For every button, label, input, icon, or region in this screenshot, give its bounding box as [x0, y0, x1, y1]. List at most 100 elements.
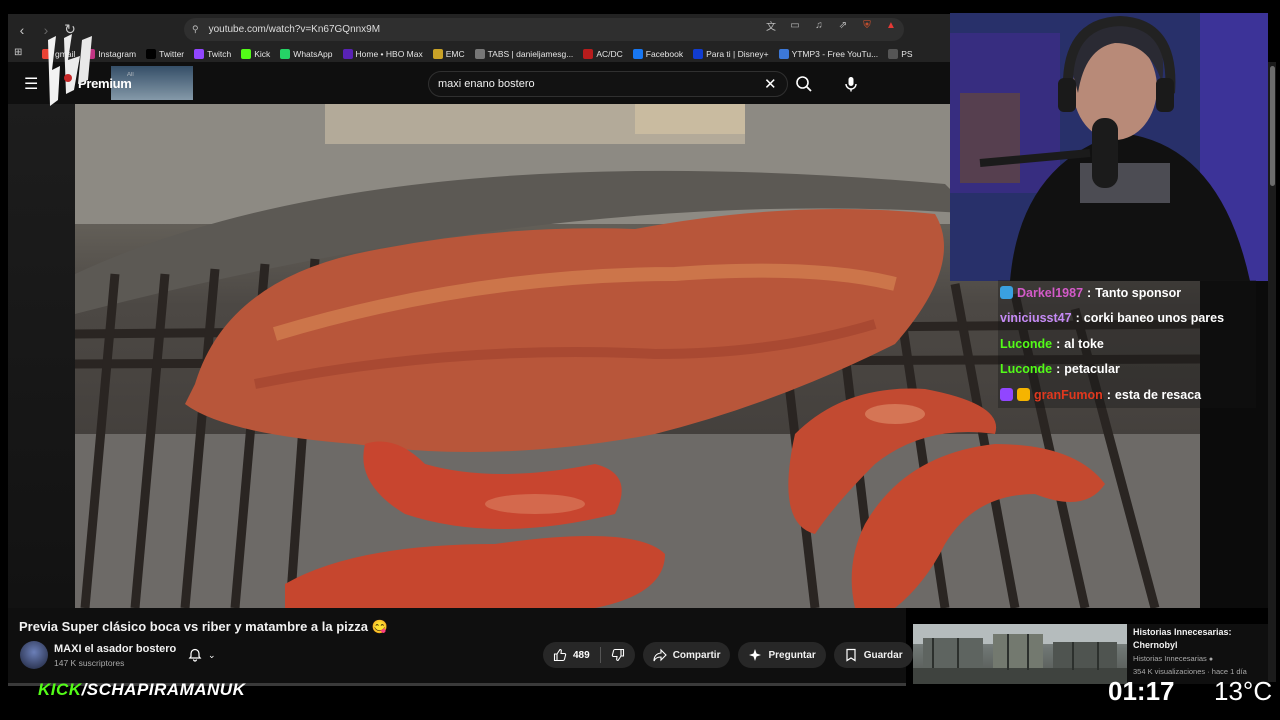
- clear-search-icon[interactable]: ✕: [764, 75, 777, 93]
- bookmark-favicon-icon: [342, 48, 353, 59]
- bookmark-favicon-icon: [194, 48, 205, 59]
- chat-text: corki baneo unos pares: [1083, 311, 1225, 326]
- streamer-webcam: [950, 13, 1268, 281]
- bookmarks-bar: ⊞ gmailInstagramTwitterTwitchKickWhatsAp…: [8, 45, 950, 62]
- search-input[interactable]: maxi enano bostero: [438, 78, 535, 90]
- bookmark-item[interactable]: Kick: [241, 48, 271, 59]
- hamburger-menu-icon[interactable]: ☰: [24, 74, 38, 94]
- chat-message: viniciusst47: corki baneo unos pares: [998, 305, 1256, 331]
- youtube-header: ☰ All Premium maxi enano bostero ✕: [8, 62, 950, 104]
- thumbs-up-icon: [553, 648, 567, 662]
- ask-button[interactable]: Preguntar: [738, 642, 826, 668]
- microphone-icon[interactable]: [842, 75, 860, 93]
- page-scrollbar-thumb[interactable]: [1270, 66, 1275, 186]
- chat-separator: :: [1056, 336, 1061, 351]
- subscribed-notifications-button[interactable]: ⌄: [182, 644, 232, 666]
- kick-username: /SCHAPIRAMANUK: [81, 680, 246, 699]
- stream-clock: 01:17: [1108, 676, 1175, 706]
- url-text: youtube.com/watch?v=Kn67GQnnx9M: [208, 24, 381, 35]
- recommended-channel-name: Historias Innecesarias: [1133, 654, 1207, 663]
- chat-text: Tanto sponsor: [1095, 285, 1182, 300]
- bookmark-label: WhatsApp: [293, 48, 333, 59]
- site-info-icon[interactable]: ⚲: [192, 24, 199, 35]
- search-icon[interactable]: [795, 75, 813, 93]
- bookmark-item[interactable]: PS: [888, 48, 913, 59]
- bookmark-item[interactable]: Home • HBO Max: [342, 48, 423, 59]
- bookmark-favicon-icon: [146, 48, 157, 59]
- video-side-blur: [8, 104, 75, 608]
- kick-channel-tag: KICK/SCHAPIRAMANUK: [38, 680, 245, 700]
- chat-separator: :: [1106, 387, 1111, 402]
- bookmark-label: Kick: [254, 48, 271, 59]
- cast-icon[interactable]: ▭: [788, 18, 802, 32]
- share-icon: [653, 648, 667, 662]
- chat-message: Darkel1987: Tanto sponsor: [998, 280, 1256, 306]
- chat-username[interactable]: Luconde: [1000, 362, 1052, 376]
- ask-label: Preguntar: [768, 649, 816, 661]
- save-bookmark-icon: [846, 648, 856, 662]
- translate-icon[interactable]: 文: [764, 18, 778, 33]
- share-page-icon[interactable]: ⇗: [836, 18, 850, 32]
- chat-username[interactable]: granFumon: [1034, 388, 1103, 402]
- chat-username[interactable]: Darkel1987: [1017, 286, 1083, 300]
- bookmark-item[interactable]: Twitter: [146, 48, 185, 59]
- recommended-video[interactable]: Historias Innecesarias: Chernobyl Histor…: [913, 624, 1268, 684]
- subscriber-count: 147 K suscriptores: [54, 658, 125, 668]
- brave-rewards-icon[interactable]: ▲: [884, 18, 898, 32]
- bookmark-favicon-icon: [778, 48, 789, 59]
- like-dislike-group: 489: [543, 642, 635, 668]
- recommended-channel[interactable]: Historias Innecesarias ●: [1133, 654, 1213, 663]
- bookmark-label: Home • HBO Max: [355, 48, 423, 59]
- bookmark-label: Para ti | Disney+: [706, 48, 769, 59]
- chat-text: al toke: [1064, 336, 1104, 351]
- bookmark-label: Twitter: [159, 48, 185, 59]
- like-count: 489: [573, 649, 590, 661]
- video-info: Previa Super clásico boca vs riber y mat…: [8, 608, 947, 684]
- stream-logo-icon: [48, 34, 92, 106]
- channel-avatar[interactable]: [20, 641, 48, 669]
- bookmark-item[interactable]: Facebook: [632, 48, 683, 59]
- stream-chat: Darkel1987: Tanto sponsor viniciusst47: cor…: [998, 280, 1256, 408]
- channel-name[interactable]: MAXI el asador bostero: [54, 643, 176, 655]
- stream-temperature: 13°C: [1214, 676, 1273, 706]
- chat-text: petacular: [1064, 362, 1120, 377]
- music-icon[interactable]: ♫: [812, 18, 826, 32]
- bookmark-label: YTMP3 - Free YouTu...: [791, 48, 879, 59]
- share-button[interactable]: Compartir: [642, 642, 731, 668]
- bookmark-label: EMC: [445, 48, 465, 59]
- bookmark-favicon-icon: [280, 48, 291, 59]
- thumbs-down-icon: [611, 648, 624, 662]
- chevron-down-icon: ⌄: [208, 649, 216, 660]
- bookmark-favicon-icon: [432, 48, 443, 59]
- bookmark-item[interactable]: YTMP3 - Free YouTu...: [778, 48, 879, 59]
- chat-username[interactable]: Luconde: [1000, 337, 1052, 351]
- chat-text: esta de resaca: [1114, 387, 1202, 402]
- bookmark-item[interactable]: WhatsApp: [280, 48, 333, 59]
- bookmark-label: TABS | danieljamesg...: [487, 48, 574, 59]
- bookmark-label: PS: [901, 48, 913, 59]
- like-button[interactable]: 489: [543, 648, 600, 662]
- apps-grid-icon[interactable]: ⊞: [14, 47, 26, 59]
- chat-badge-icon: [1000, 388, 1013, 402]
- bookmark-item[interactable]: TABS | danieljamesg...: [474, 48, 574, 59]
- chat-message: Luconde: al toke: [998, 331, 1256, 357]
- chat-separator: :: [1075, 311, 1080, 326]
- share-label: Compartir: [672, 649, 721, 661]
- brave-shield-icon[interactable]: ⛨: [860, 18, 874, 32]
- bookmark-favicon-icon: [474, 48, 485, 59]
- bookmark-item[interactable]: EMC: [432, 48, 465, 59]
- chat-separator: :: [1087, 285, 1092, 300]
- dislike-button[interactable]: [601, 648, 635, 662]
- recommended-thumbnail[interactable]: [913, 624, 1127, 684]
- bookmark-item[interactable]: Para ti | Disney+: [693, 48, 769, 59]
- recommended-title[interactable]: Historias Innecesarias: Chernobyl: [1133, 626, 1263, 652]
- save-button[interactable]: Guardar: [833, 642, 913, 668]
- bookmark-item[interactable]: Twitch: [194, 48, 232, 59]
- back-icon[interactable]: ‹: [12, 20, 32, 40]
- bell-icon: [188, 648, 202, 662]
- bookmark-item[interactable]: AC/DC: [583, 48, 623, 59]
- verified-icon: ●: [1208, 656, 1214, 663]
- bookmark-label: Twitch: [207, 48, 232, 59]
- chat-username[interactable]: viniciusst47: [1000, 311, 1072, 325]
- search-box[interactable]: maxi enano bostero ✕: [428, 71, 788, 97]
